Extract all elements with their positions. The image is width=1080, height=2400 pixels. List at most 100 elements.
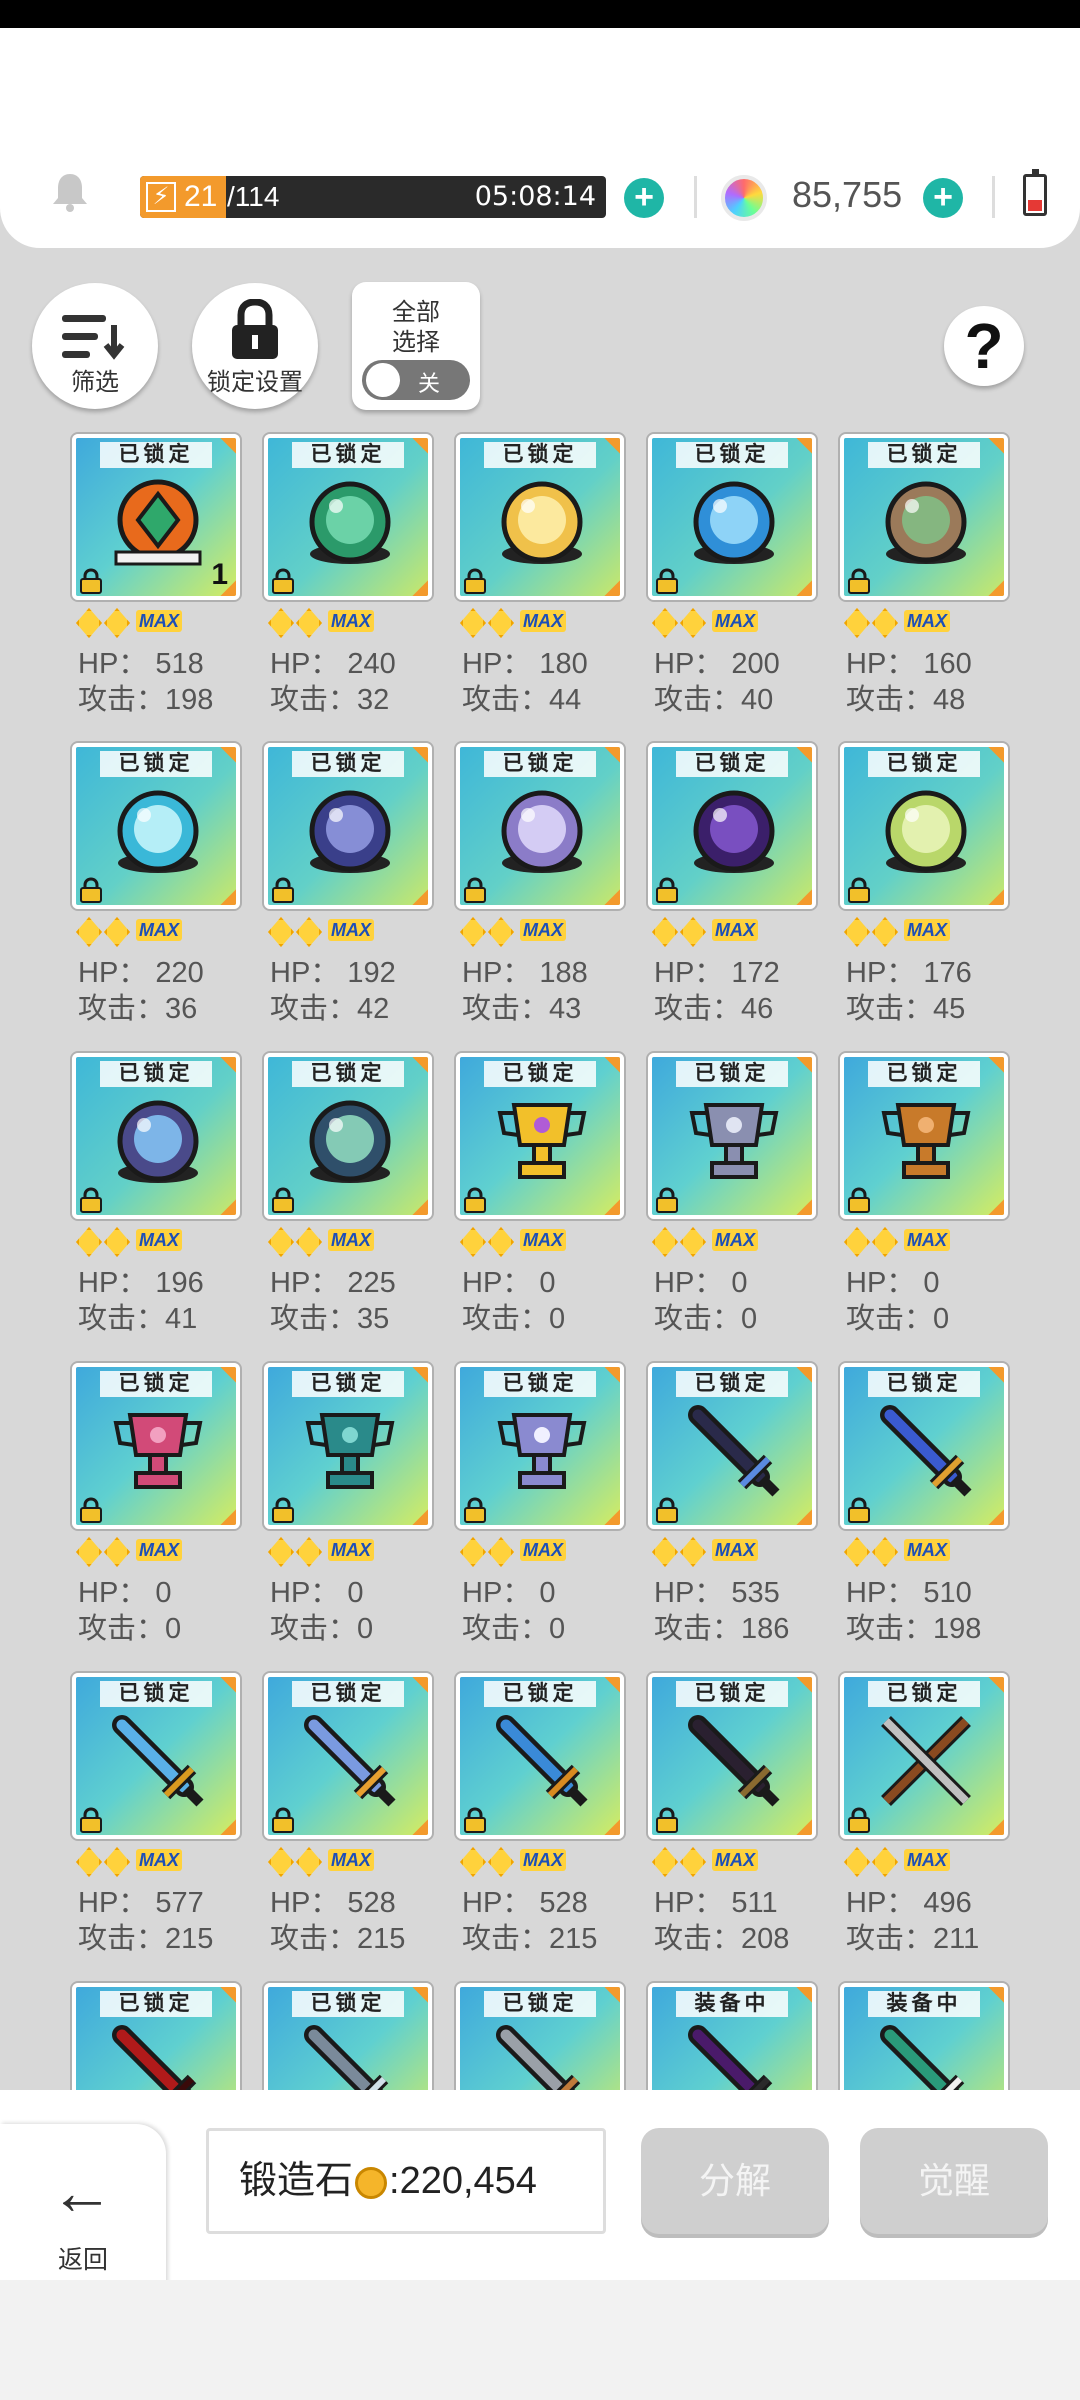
equipment-item[interactable]: 已锁定 MAX HP： 176 攻击：45: [840, 743, 1010, 1025]
star-icon: [104, 608, 130, 638]
add-energy-button[interactable]: +: [624, 178, 664, 218]
add-gem-button[interactable]: +: [923, 178, 963, 218]
item-card[interactable]: 已锁定: [456, 743, 624, 909]
item-card[interactable]: 已锁定: [456, 1363, 624, 1529]
item-card[interactable]: 已锁定: [264, 1363, 432, 1529]
trophy-teal-icon: [305, 1413, 395, 1489]
item-card[interactable]: 已锁定: [648, 1053, 816, 1219]
item-card[interactable]: 已锁定: [648, 1673, 816, 1839]
equipment-item[interactable]: 已锁定 MAX HP： 188 攻击：43: [456, 743, 626, 1025]
item-card[interactable]: 已锁定: [840, 434, 1008, 600]
lock-status-badge: 已锁定: [292, 442, 404, 468]
help-button[interactable]: ?: [944, 306, 1024, 386]
sword-dark-icon: [688, 1405, 780, 1497]
item-card[interactable]: 已锁定: [456, 1053, 624, 1219]
battery-level: [1028, 200, 1042, 211]
item-attack: 攻击：215: [462, 1923, 598, 1955]
item-card[interactable]: 已锁定: [840, 1673, 1008, 1839]
star-icon: [872, 1227, 898, 1257]
gem-value: 85,755: [792, 174, 903, 215]
equipment-item[interactable]: 已锁定 MAX HP： 0 攻击：0: [72, 1363, 242, 1645]
item-card[interactable]: 已锁定: [264, 434, 432, 600]
item-card[interactable]: 已锁定: [72, 743, 240, 909]
equipment-item[interactable]: 已锁定 MAX HP： 0 攻击：0: [648, 1053, 818, 1335]
equipment-item[interactable]: 已锁定 MAX HP： 160 攻击：48: [840, 434, 1010, 716]
small-lock-icon: [464, 1187, 486, 1213]
equipment-item[interactable]: 已锁定 MAX HP： 240 攻击：32: [264, 434, 434, 716]
equipment-item[interactable]: 已锁定 MAX HP： 0 攻击：0: [456, 1363, 626, 1645]
energy-timer: 05:08:14: [474, 181, 596, 212]
item-attack: 攻击：32: [270, 684, 390, 716]
awaken-button[interactable]: 觉醒: [860, 2128, 1048, 2234]
equipment-item[interactable]: 已锁定 MAX HP： 528 攻击：215: [264, 1673, 434, 1955]
equipment-item[interactable]: 已锁定 MAX HP： 511 攻击：208: [648, 1673, 818, 1955]
equipment-item[interactable]: 已锁定 MAX HP： 0 攻击：0: [840, 1053, 1010, 1335]
item-card[interactable]: 已锁定: [264, 1053, 432, 1219]
star-icon: [488, 1227, 514, 1257]
small-lock-icon: [848, 1497, 870, 1523]
star-rating: MAX: [650, 913, 790, 947]
back-button[interactable]: ← 返回: [0, 2124, 166, 2288]
energy-bar: ⚡ 21 /114 05:08:14: [140, 176, 606, 218]
max-level-badge: MAX: [520, 1229, 566, 1251]
item-attack: 攻击：43: [462, 993, 582, 1025]
equipment-item[interactable]: 已锁定 1 MAX HP： 518 攻击：198: [72, 434, 242, 716]
item-card[interactable]: 已锁定: [648, 743, 816, 909]
star-icon: [680, 608, 706, 638]
item-card[interactable]: 已锁定: [72, 1673, 240, 1839]
small-lock-icon: [272, 877, 294, 903]
equipment-item[interactable]: 已锁定 MAX HP： 192 攻击：42: [264, 743, 434, 1025]
lock-status-badge: 已锁定: [100, 1061, 212, 1087]
sword-rainbow-icon: [304, 1715, 396, 1807]
item-card[interactable]: 已锁定: [72, 1363, 240, 1529]
orb-compass-icon: [117, 1100, 199, 1183]
item-card[interactable]: 已锁定: [456, 434, 624, 600]
star-icon: [844, 1847, 870, 1877]
orb-earth-icon: [885, 481, 967, 564]
equipment-item[interactable]: 已锁定 MAX HP： 535 攻击：186: [648, 1363, 818, 1645]
small-lock-icon: [464, 1807, 486, 1833]
item-card[interactable]: 已锁定: [840, 1363, 1008, 1529]
equipment-item[interactable]: 已锁定 MAX HP： 180 攻击：44: [456, 434, 626, 716]
lock-icon: [232, 299, 278, 359]
item-attack: 攻击：41: [78, 1303, 198, 1335]
equipment-item[interactable]: 已锁定 MAX HP： 577 攻击：215: [72, 1673, 242, 1955]
small-lock-icon: [464, 877, 486, 903]
lock-settings-button[interactable]: 锁定设置: [192, 283, 318, 409]
bell-icon[interactable]: [48, 170, 92, 214]
select-all-toggle[interactable]: 关: [362, 360, 470, 400]
trophy-pink-icon: [113, 1413, 203, 1489]
item-card[interactable]: 已锁定: [456, 1673, 624, 1839]
item-card[interactable]: 已锁定: [840, 743, 1008, 909]
disassemble-button[interactable]: 分解: [641, 2128, 829, 2234]
item-card[interactable]: 已锁定: [840, 1053, 1008, 1219]
item-card[interactable]: 已锁定: [648, 434, 816, 600]
equipment-item[interactable]: 已锁定 MAX HP： 172 攻击：46: [648, 743, 818, 1025]
item-attack: 攻击：211: [846, 1923, 980, 1955]
item-card[interactable]: 已锁定: [648, 1363, 816, 1529]
star-icon: [460, 917, 486, 947]
max-level-badge: MAX: [136, 610, 182, 632]
equipment-item[interactable]: 已锁定 MAX HP： 196 攻击：41: [72, 1053, 242, 1335]
trophy-silver-icon: [689, 1103, 779, 1179]
equipment-item[interactable]: 已锁定 MAX HP： 0 攻击：0: [456, 1053, 626, 1335]
equipment-item[interactable]: 已锁定 MAX HP： 200 攻击：40: [648, 434, 818, 716]
equipment-item[interactable]: 已锁定 MAX HP： 220 攻击：36: [72, 743, 242, 1025]
star-rating: MAX: [266, 1843, 406, 1877]
star-rating: MAX: [458, 1843, 598, 1877]
lock-status-badge: 已锁定: [100, 442, 212, 468]
equipment-item[interactable]: 已锁定 MAX HP： 528 攻击：215: [456, 1673, 626, 1955]
equipment-item[interactable]: 已锁定 MAX HP： 0 攻击：0: [264, 1363, 434, 1645]
item-card[interactable]: 已锁定: [72, 1053, 240, 1219]
item-card[interactable]: 已锁定 1: [72, 434, 240, 600]
item-card[interactable]: 已锁定: [264, 1673, 432, 1839]
max-level-badge: MAX: [712, 919, 758, 941]
filter-button[interactable]: 筛选: [32, 283, 158, 409]
equipment-item[interactable]: 已锁定 MAX HP： 496 攻击：211: [840, 1673, 1010, 1955]
help-icon: ?: [964, 310, 1004, 382]
small-lock-icon: [464, 568, 486, 594]
equipment-item[interactable]: 已锁定 MAX HP： 510 攻击：198: [840, 1363, 1010, 1645]
small-lock-icon: [80, 1807, 102, 1833]
equipment-item[interactable]: 已锁定 MAX HP： 225 攻击：35: [264, 1053, 434, 1335]
item-card[interactable]: 已锁定: [264, 743, 432, 909]
